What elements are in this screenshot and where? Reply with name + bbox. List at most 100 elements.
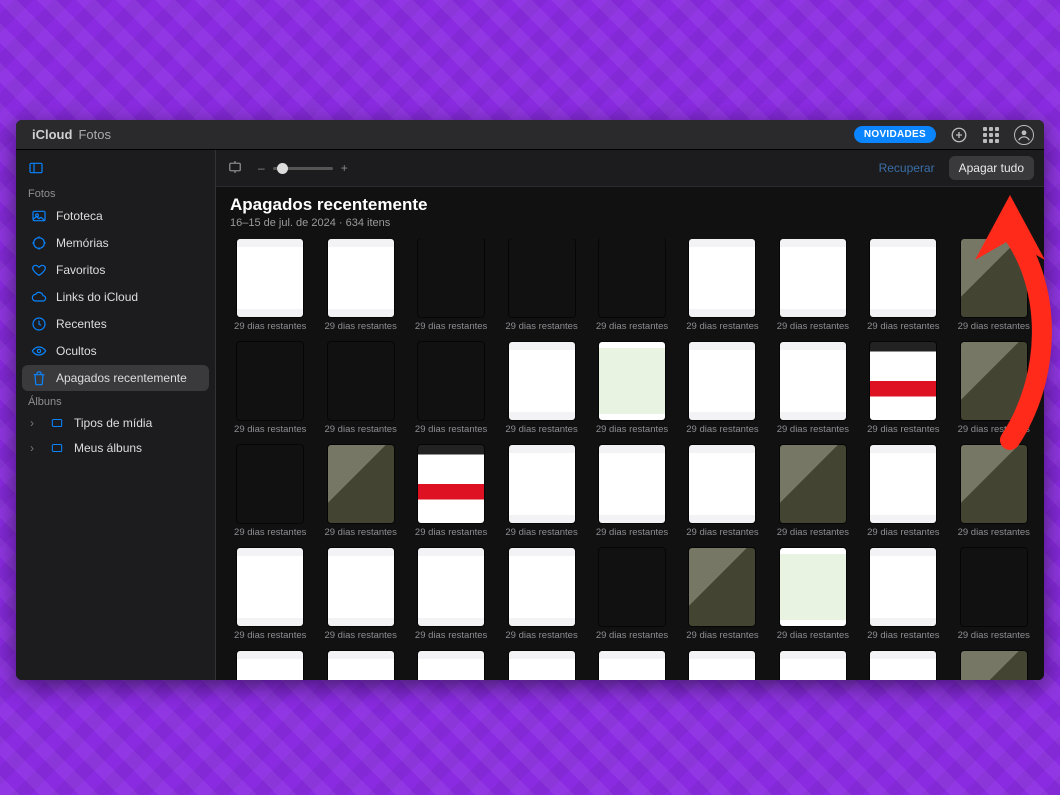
sidebar-item-meus-albuns[interactable]: › Meus álbuns <box>22 436 209 460</box>
photo-thumbnail[interactable]: 29 dias restantes <box>230 342 310 435</box>
photo-thumbnail[interactable]: 29 dias restantes <box>501 445 581 538</box>
thumbnail-grid: 29 dias restantes29 dias restantes29 dia… <box>230 239 1034 680</box>
apps-grid-icon[interactable] <box>982 126 1000 144</box>
photo-thumbnail[interactable] <box>592 651 672 680</box>
photo-thumbnail[interactable]: 29 dias restantes <box>592 445 672 538</box>
zoom-track[interactable] <box>273 167 333 170</box>
sidebar-item-fototeca[interactable]: Fototeca <box>22 203 209 229</box>
zoom-knob[interactable] <box>277 163 288 174</box>
thumbnail-caption: 29 dias restantes <box>415 630 487 641</box>
photo-thumbnail[interactable]: 29 dias restantes <box>592 548 672 641</box>
thumbnail-image <box>599 651 665 680</box>
photo-thumbnail[interactable] <box>501 651 581 680</box>
thumbnail-caption: 29 dias restantes <box>867 321 939 332</box>
photo-thumbnail[interactable]: 29 dias restantes <box>954 239 1034 332</box>
thumbnail-caption: 29 dias restantes <box>777 321 849 332</box>
photo-thumbnail[interactable]: 29 dias restantes <box>501 239 581 332</box>
photo-thumbnail[interactable]: 29 dias restantes <box>230 445 310 538</box>
sidebar-item-memorias[interactable]: Memórias <box>22 230 209 256</box>
photo-thumbnail[interactable]: 29 dias restantes <box>411 548 491 641</box>
novidades-badge[interactable]: NOVIDADES <box>854 126 936 143</box>
sidebar-item-label: Ocultos <box>56 344 97 358</box>
photo-thumbnail[interactable]: 29 dias restantes <box>411 239 491 332</box>
photo-thumbnail[interactable]: 29 dias restantes <box>773 548 853 641</box>
thumbnail-caption: 29 dias restantes <box>415 424 487 435</box>
sidebar-item-tipos-de-midia[interactable]: › Tipos de mídia <box>22 411 209 435</box>
thumbnail-caption: 29 dias restantes <box>596 527 668 538</box>
thumbnail-image <box>689 342 755 420</box>
thumbnail-image <box>961 548 1027 626</box>
thumbnail-image <box>961 239 1027 317</box>
add-icon[interactable] <box>950 126 968 144</box>
photo-thumbnail[interactable]: 29 dias restantes <box>863 342 943 435</box>
zoom-slider[interactable]: – + <box>258 161 348 175</box>
delete-all-button[interactable]: Apagar tudo <box>949 156 1034 180</box>
zoom-minus[interactable]: – <box>258 161 265 175</box>
zoom-plus[interactable]: + <box>341 161 348 175</box>
thumbnail-caption: 29 dias restantes <box>867 424 939 435</box>
photo-thumbnail[interactable]: 29 dias restantes <box>320 548 400 641</box>
photo-thumbnail[interactable]: 29 dias restantes <box>592 342 672 435</box>
thumbnail-image <box>599 342 665 420</box>
photo-thumbnail[interactable]: 29 dias restantes <box>682 548 762 641</box>
chevron-right-icon: › <box>30 441 40 455</box>
photo-thumbnail[interactable] <box>411 651 491 680</box>
photo-thumbnail[interactable]: 29 dias restantes <box>954 445 1034 538</box>
photo-thumbnail[interactable] <box>230 651 310 680</box>
photo-thumbnail[interactable]: 29 dias restantes <box>954 548 1034 641</box>
photo-thumbnail[interactable]: 29 dias restantes <box>230 239 310 332</box>
folder-icon <box>48 441 66 455</box>
thumbnail-image <box>418 651 484 680</box>
account-avatar-icon[interactable] <box>1014 125 1034 145</box>
icloud-photos-window: iCloud Fotos NOVIDADES Fotos <box>16 120 1044 680</box>
sidebar-item-recentes[interactable]: Recentes <box>22 311 209 337</box>
sidebar-toggle-icon[interactable] <box>26 158 46 178</box>
photo-thumbnail[interactable] <box>863 651 943 680</box>
thumbnail-image <box>870 445 936 523</box>
sidebar-item-ocultos[interactable]: Ocultos <box>22 338 209 364</box>
photo-thumbnail[interactable]: 29 dias restantes <box>320 342 400 435</box>
photo-thumbnail[interactable]: 29 dias restantes <box>773 342 853 435</box>
thumbnail-image <box>689 651 755 680</box>
photo-thumbnail[interactable]: 29 dias restantes <box>863 548 943 641</box>
thumbnail-image <box>780 239 846 317</box>
thumbnail-image <box>780 445 846 523</box>
photo-thumbnail[interactable]: 29 dias restantes <box>682 239 762 332</box>
sidebar-section-albuns: Álbuns <box>20 392 211 410</box>
photo-thumbnail[interactable]: 29 dias restantes <box>230 548 310 641</box>
photo-thumbnail[interactable] <box>320 651 400 680</box>
thumbnail-image <box>237 342 303 420</box>
photo-thumbnail[interactable]: 29 dias restantes <box>501 342 581 435</box>
thumbnail-image <box>599 445 665 523</box>
aspect-icon[interactable] <box>226 158 244 179</box>
thumbnail-image <box>961 651 1027 680</box>
photo-thumbnail[interactable]: 29 dias restantes <box>592 239 672 332</box>
titlebar: iCloud Fotos NOVIDADES <box>16 120 1044 150</box>
photo-thumbnail[interactable] <box>682 651 762 680</box>
photo-thumbnail[interactable]: 29 dias restantes <box>863 239 943 332</box>
photo-thumbnail[interactable]: 29 dias restantes <box>863 445 943 538</box>
sidebar-item-favoritos[interactable]: Favoritos <box>22 257 209 283</box>
photo-thumbnail[interactable]: 29 dias restantes <box>682 342 762 435</box>
brand-section: Fotos <box>78 127 111 142</box>
sidebar-item-apagados-recentemente[interactable]: Apagados recentemente <box>22 365 209 391</box>
recover-button[interactable]: Recuperar <box>879 161 935 175</box>
photo-thumbnail[interactable]: 29 dias restantes <box>954 342 1034 435</box>
sidebar-item-links-icloud[interactable]: Links do iCloud <box>22 284 209 310</box>
thumbnail-image <box>237 548 303 626</box>
thumbnail-image <box>328 342 394 420</box>
thumbnail-grid-wrap[interactable]: 29 dias restantes29 dias restantes29 dia… <box>216 239 1044 680</box>
photo-thumbnail[interactable]: 29 dias restantes <box>773 239 853 332</box>
photo-thumbnail[interactable]: 29 dias restantes <box>320 445 400 538</box>
photo-thumbnail[interactable]: 29 dias restantes <box>411 342 491 435</box>
photo-thumbnail[interactable]: 29 dias restantes <box>682 445 762 538</box>
chevron-right-icon: › <box>30 416 40 430</box>
photo-thumbnail[interactable]: 29 dias restantes <box>773 445 853 538</box>
photo-thumbnail[interactable]: 29 dias restantes <box>411 445 491 538</box>
thumbnail-image <box>689 548 755 626</box>
photo-thumbnail[interactable] <box>954 651 1034 680</box>
photo-thumbnail[interactable]: 29 dias restantes <box>320 239 400 332</box>
photo-thumbnail[interactable]: 29 dias restantes <box>501 548 581 641</box>
thumbnail-caption: 29 dias restantes <box>505 630 577 641</box>
photo-thumbnail[interactable] <box>773 651 853 680</box>
